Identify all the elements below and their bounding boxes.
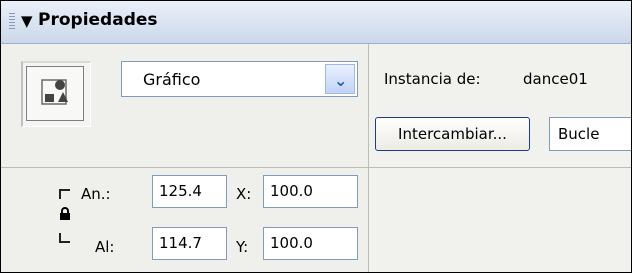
panel-title: Propiedades: [38, 10, 158, 30]
y-label: Y:: [236, 238, 249, 256]
height-input[interactable]: 114.7: [152, 227, 227, 260]
loop-value: Bucle: [558, 125, 600, 143]
properties-panel: ▼ Propiedades Gráfico ⌄ Instancia de: da…: [0, 0, 632, 273]
panel-title-bar[interactable]: ▼ Propiedades: [1, 1, 631, 44]
padlock-icon[interactable]: [59, 206, 71, 225]
symbol-behavior-button[interactable]: [26, 66, 84, 121]
width-label: An.:: [81, 185, 111, 203]
x-input[interactable]: 100.0: [263, 175, 358, 208]
height-label: Al:: [95, 238, 115, 256]
x-label: X:: [236, 185, 252, 203]
triangle-down-icon[interactable]: ▼: [21, 12, 33, 30]
symbol-type-value: Gráfico: [143, 70, 201, 89]
panel-grip-icon[interactable]: [9, 13, 15, 31]
graphic-symbol-icon: [41, 79, 68, 105]
dropdown-button[interactable]: ⌄: [325, 64, 355, 94]
chevron-down-icon: ⌄: [334, 71, 348, 90]
empty-section: [369, 168, 631, 272]
swap-button[interactable]: Intercambiar...: [375, 117, 530, 151]
lock-bracket-bottom: [59, 233, 70, 243]
symbol-type-select[interactable]: Gráfico ⌄: [121, 61, 358, 97]
lock-bracket-top: [59, 189, 70, 199]
loop-select[interactable]: Bucle: [549, 117, 631, 151]
width-input[interactable]: 125.4: [152, 175, 227, 208]
y-input[interactable]: 100.0: [263, 227, 358, 260]
instance-label: Instancia de:: [384, 70, 481, 88]
instance-value: dance01: [523, 70, 588, 88]
